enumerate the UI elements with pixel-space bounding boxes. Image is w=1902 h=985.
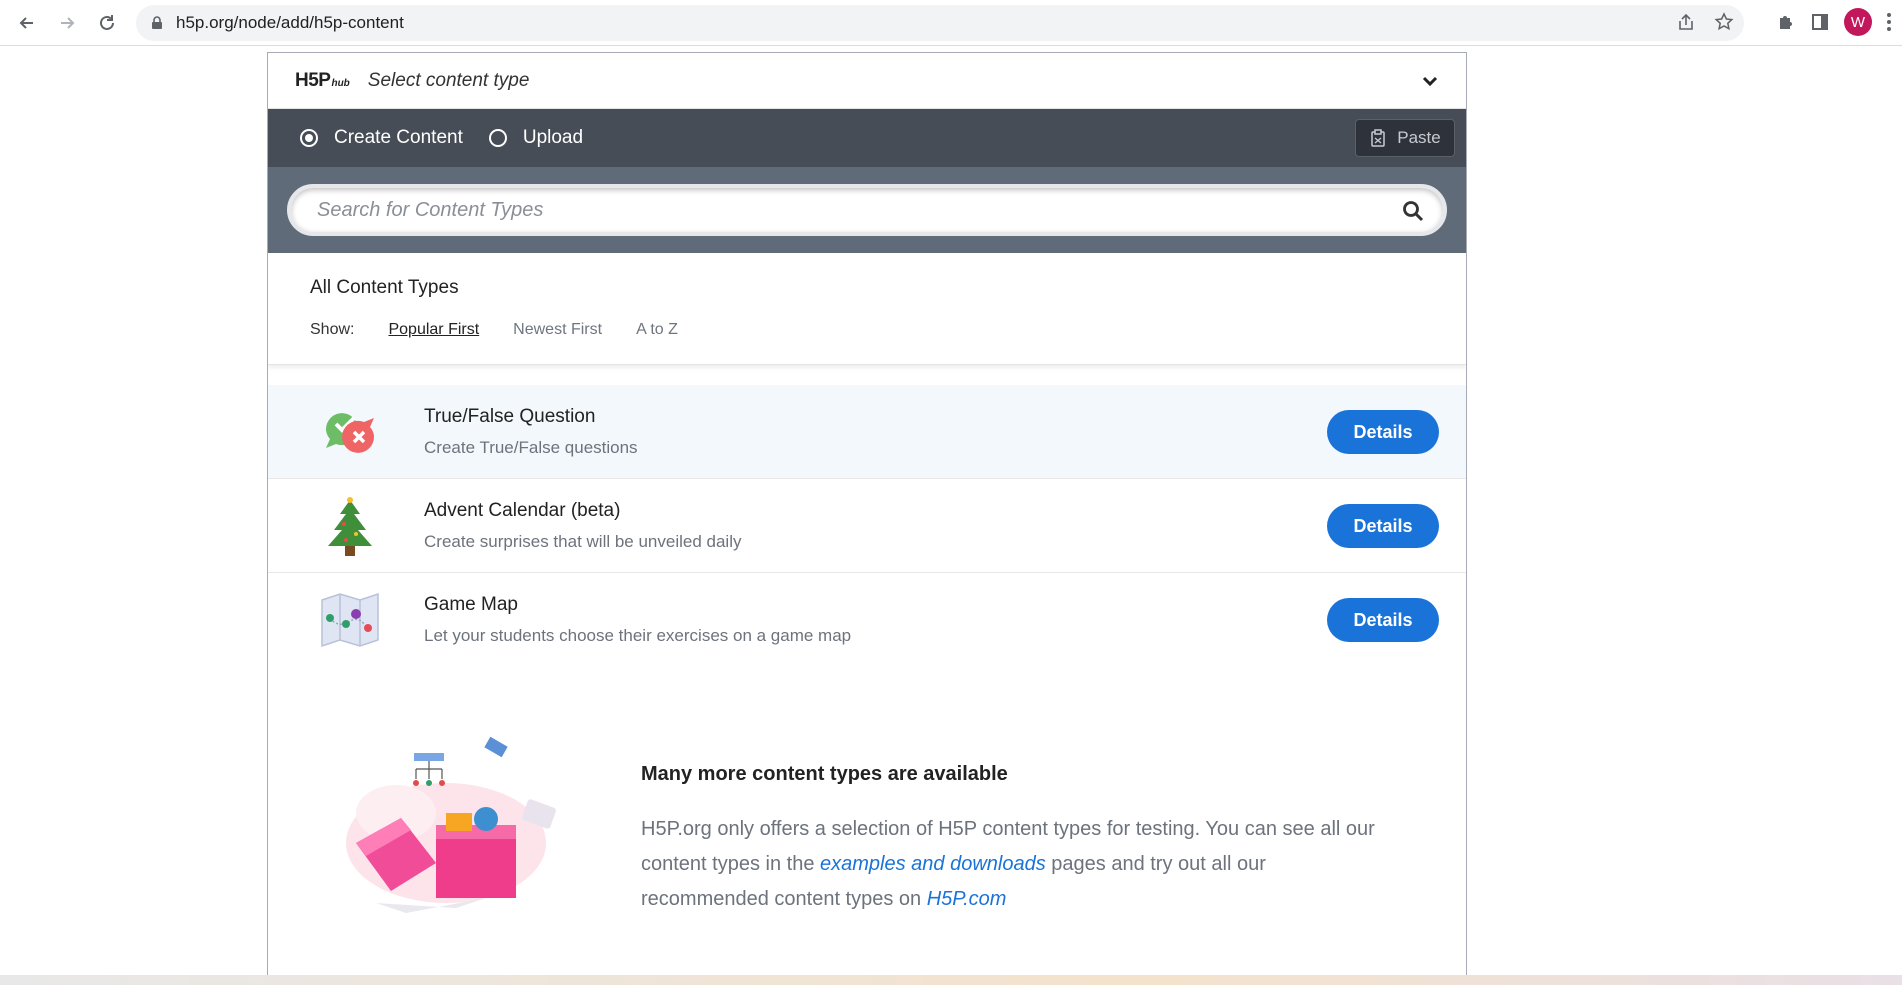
content-type-list: True/False Question Create True/False qu…: [268, 385, 1466, 667]
chevron-down-icon[interactable]: [1420, 71, 1440, 91]
gift-box-illustration: [346, 736, 557, 913]
item-text: Game Map Let your students choose their …: [424, 594, 851, 646]
item-name: Game Map: [424, 594, 518, 615]
list-item[interactable]: Game Map Let your students choose their …: [268, 573, 1466, 667]
search-input[interactable]: [317, 198, 1377, 222]
clipboard-icon: [1371, 129, 1385, 147]
hub-title: Select content type: [367, 69, 530, 91]
address-bar[interactable]: h5p.org/node/add/h5p-content: [136, 5, 1744, 41]
hub-header[interactable]: H5P hub Select content type: [268, 53, 1466, 109]
content-types-header: All Content Types Show: Popular First Ne…: [268, 253, 1466, 365]
item-description: Create surprises that will be unveiled d…: [424, 531, 742, 551]
content-types-title: All Content Types: [310, 277, 459, 298]
profile-avatar[interactable]: W: [1844, 8, 1872, 36]
forward-arrow-icon: [61, 16, 75, 29]
details-button[interactable]: Details: [1327, 410, 1439, 454]
reload-button[interactable]: [92, 8, 122, 38]
extensions-puzzle-icon[interactable]: [1776, 12, 1796, 32]
true-false-icon: [325, 412, 375, 453]
game-map-icon: [321, 592, 379, 648]
list-item[interactable]: Advent Calendar (beta) Create surprises …: [268, 479, 1466, 573]
search-icon[interactable]: [1401, 199, 1425, 223]
search-box: [287, 184, 1447, 236]
more-text: Many more content types are available H5…: [641, 763, 1381, 917]
more-content-types: Many more content types are available H5…: [268, 733, 1466, 933]
url-text: h5p.org/node/add/h5p-content: [176, 13, 404, 32]
show-label: Show:: [310, 321, 355, 338]
item-name: True/False Question: [424, 405, 596, 427]
sort-popular-first[interactable]: Popular First: [388, 321, 479, 339]
taskbar-strip: [0, 975, 1902, 985]
h5p-hub-logo: H5P hub: [295, 69, 350, 91]
side-panel-icon[interactable]: [1810, 12, 1830, 32]
list-item[interactable]: True/False Question Create True/False qu…: [268, 385, 1466, 479]
bookmark-star-icon[interactable]: [1714, 12, 1734, 32]
item-description: Let your students choose their exercises…: [424, 626, 852, 645]
chrome-menu-icon[interactable]: [1886, 13, 1892, 31]
more-title: Many more content types are available: [641, 763, 1008, 785]
sort-newest-first[interactable]: Newest First: [513, 321, 602, 339]
hub-tabs: Create Content Upload Paste: [268, 109, 1466, 167]
christmas-tree-icon: [328, 496, 372, 556]
browser-toolbar: h5p.org/node/add/h5p-content W: [0, 0, 1902, 46]
share-icon[interactable]: [1676, 12, 1696, 32]
back-arrow-icon: [19, 16, 33, 29]
details-button[interactable]: Details: [1327, 598, 1439, 642]
search-bar: [268, 167, 1466, 253]
item-description: Create True/False questions: [424, 437, 638, 457]
h5p-hub: H5P hub Select content type Create Conte…: [267, 52, 1467, 985]
item-name: Advent Calendar (beta): [424, 499, 621, 521]
details-button[interactable]: Details: [1327, 504, 1439, 548]
paste-button[interactable]: Paste: [1355, 119, 1455, 157]
sort-options: Show: Popular First Newest First A to Z: [310, 321, 1466, 339]
forward-button[interactable]: [52, 8, 82, 38]
reload-icon: [100, 14, 114, 30]
radio-selected-icon: [300, 129, 318, 147]
item-text: Advent Calendar (beta) Create surprises …: [424, 500, 742, 552]
tab-create-content[interactable]: Create Content: [300, 127, 463, 149]
examples-downloads-link[interactable]: examples and downloads: [820, 853, 1046, 875]
item-text: True/False Question Create True/False qu…: [424, 406, 638, 458]
lock-icon: [152, 16, 162, 29]
more-body: H5P.org only offers a selection of H5P c…: [641, 818, 1375, 910]
back-button[interactable]: [12, 8, 42, 38]
sort-a-to-z[interactable]: A to Z: [636, 321, 678, 339]
h5p-com-link[interactable]: H5P.com: [927, 888, 1007, 910]
radio-unselected-icon: [488, 129, 507, 147]
tab-upload[interactable]: Upload: [488, 127, 583, 149]
